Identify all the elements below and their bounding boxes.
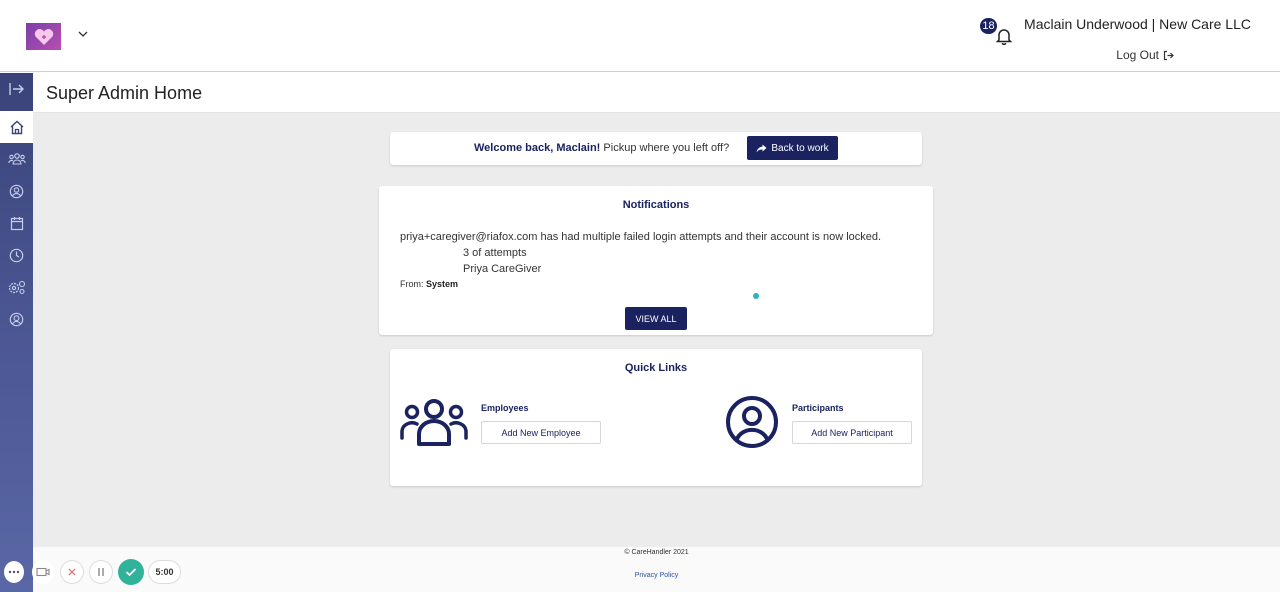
page-title: Super Admin Home [46,83,203,103]
close-icon [68,568,76,576]
employees-label: Employees [481,403,529,413]
quick-links-title: Quick Links [624,362,688,374]
notification-message: priya+caregiver@riafox.com has had multi… [400,231,882,243]
notifications-title: Notifications [622,199,690,211]
back-to-work-button[interactable]: Back to work [747,136,838,160]
notification-from-value: System [426,279,459,289]
quick-links-card: Quick Links Employees Add New Employee P… [390,349,922,486]
calendar-icon [10,216,23,230]
notifications-button[interactable]: 18 [980,18,1016,48]
participant-circle-icon [726,396,778,448]
privacy-policy-link[interactable]: Privacy Policy [33,572,1280,579]
app-logo[interactable] [26,23,61,50]
back-to-work-label: Back to work [771,142,829,154]
chevron-down-icon[interactable] [76,27,90,41]
welcome-message: Welcome back, Maclain! Pickup where you … [474,142,729,154]
checkmark-icon [125,568,137,577]
recorder-more-button[interactable] [4,561,24,583]
participant-icon [9,184,24,198]
recorder-pause-button[interactable] [89,560,113,584]
notifications-card: Notifications priya+caregiver@riafox.com… [379,186,933,335]
add-new-participant-button[interactable]: Add New Participant [792,421,912,444]
notification-user-name: Priya CareGiver [463,263,542,275]
sidebar-item-participants[interactable] [0,175,33,207]
more-dots-icon [8,570,20,574]
sidebar-item-settings[interactable] [0,271,33,303]
recorder-timer: 5:00 [148,560,181,584]
recorder-done-button[interactable] [118,559,144,585]
welcome-greeting: Welcome back, Maclain! [474,142,601,154]
employees-icon [7,153,26,165]
home-icon [10,120,23,134]
notification-from: From: System [400,279,458,289]
logout-label: Log Out [1116,48,1159,62]
notification-from-label: From: [400,279,424,289]
add-new-employee-button[interactable]: Add New Employee [481,421,601,444]
logout-link[interactable]: Log Out [1116,48,1174,62]
pause-icon [98,568,104,576]
recorder-cancel-button[interactable] [60,560,84,584]
welcome-subtext: Pickup where you left off? [603,142,730,154]
participants-label: Participants [792,403,844,413]
footer: © CareHandler 2021 Privacy Policy [33,547,1280,592]
sidebar-item-timesheets[interactable] [0,239,33,271]
bell-icon [995,29,1013,45]
welcome-card: Welcome back, Maclain! Pickup where you … [390,132,922,165]
main-content: Welcome back, Maclain! Pickup where you … [33,113,1280,547]
view-all-button[interactable]: VIEW ALL [625,307,687,330]
sidebar [0,73,33,592]
sidebar-expand[interactable] [0,73,33,105]
clock-icon [9,248,24,262]
sidebar-item-employees[interactable] [0,143,33,175]
mouse-cursor-indicator [753,293,759,299]
heart-logo-icon [34,28,53,45]
sidebar-item-account[interactable] [0,303,33,335]
employees-group-icon [400,399,468,446]
top-header: 18 Maclain Underwood | New Care LLC Log … [0,0,1280,72]
sidebar-item-home[interactable] [0,111,33,143]
camera-icon [36,567,50,577]
copyright-text: © CareHandler 2021 [624,549,689,556]
share-arrow-icon [756,144,767,152]
logout-icon [1163,50,1174,60]
notification-attempts: 3 of attempts [463,247,527,259]
user-org-label[interactable]: Maclain Underwood | New Care LLC [1024,16,1251,32]
recorder-camera-button[interactable] [32,560,54,584]
account-icon [9,312,24,326]
settings-icon [8,280,25,294]
page-title-bar: Super Admin Home [33,73,1280,113]
sidebar-item-calendar[interactable] [0,207,33,239]
expand-icon [8,83,24,95]
